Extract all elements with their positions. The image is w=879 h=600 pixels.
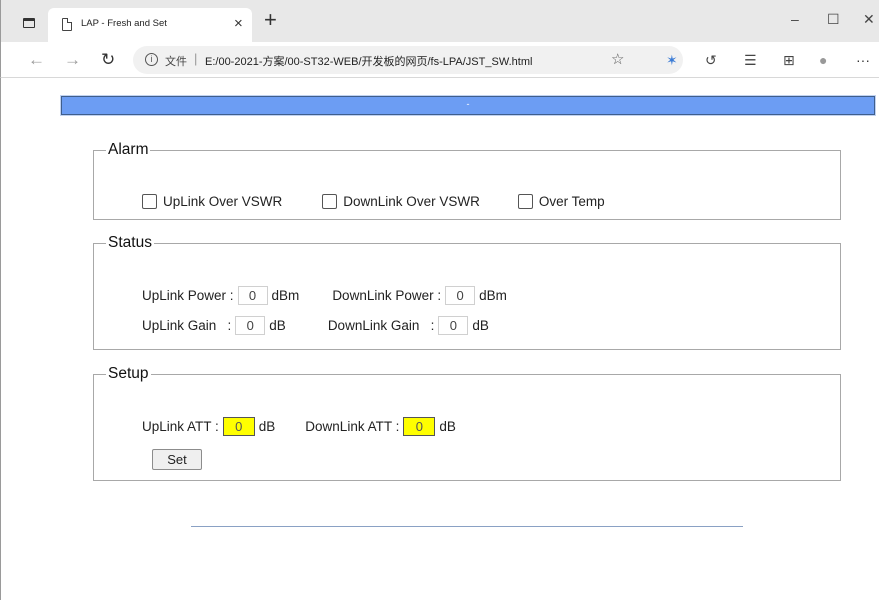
downlink-att-label: DownLink ATT : bbox=[305, 419, 400, 434]
downlink-vswr-checkbox[interactable] bbox=[322, 194, 338, 209]
profile-icon[interactable]: ● bbox=[819, 52, 827, 68]
set-button[interactable]: Set bbox=[152, 449, 202, 470]
browser-tab[interactable]: LAP - Fresh and Set × bbox=[48, 8, 252, 42]
alarm-group: Alarm UpLink Over VSWR DownLink Over VSW… bbox=[93, 141, 841, 220]
address-label: 文件 bbox=[165, 56, 187, 68]
downlink-gain-label: DownLink Gain : bbox=[327, 318, 435, 333]
header-bar: - bbox=[61, 96, 875, 115]
status-group: Status UpLink Power : 0 dBm DownLink Pow… bbox=[93, 234, 841, 350]
uplink-power-unit: dBm bbox=[271, 288, 300, 303]
setup-legend: Setup bbox=[108, 365, 149, 382]
uplink-gain-unit: dB bbox=[269, 318, 286, 333]
uplink-gain-label: UpLink Gain : bbox=[142, 318, 232, 333]
page-icon bbox=[62, 18, 72, 31]
over-temp-label: Over Temp bbox=[538, 194, 605, 209]
setup-group: Setup UpLink ATT : 0 dB DownLink ATT : 0… bbox=[93, 365, 841, 481]
address-separator: | bbox=[194, 51, 198, 66]
header-text: - bbox=[466, 99, 470, 109]
divider bbox=[191, 526, 743, 527]
sync-icon[interactable]: ↺ bbox=[705, 52, 717, 68]
address-bar[interactable]: i 文件 | E:/00-2021-方案/00-ST32-WEB/开发板的网页/… bbox=[133, 46, 683, 74]
browser-nav-bar: ← → ↻ i 文件 | E:/00-2021-方案/00-ST32-WEB/开… bbox=[0, 42, 879, 78]
downlink-power-unit: dBm bbox=[479, 288, 507, 303]
downlink-power-label: DownLink Power : bbox=[332, 288, 442, 303]
tab-title: LAP - Fresh and Set bbox=[81, 18, 167, 29]
uplink-vswr-checkbox[interactable] bbox=[142, 194, 157, 209]
uplink-att-input[interactable]: 0 bbox=[222, 417, 255, 436]
alarm-row: UpLink Over VSWR DownLink Over VSWR Over… bbox=[142, 194, 605, 209]
new-tab-icon[interactable]: + bbox=[264, 8, 277, 32]
favorite-add-icon[interactable]: ☆ bbox=[611, 50, 624, 68]
uplink-power-value: 0 bbox=[237, 286, 268, 305]
status-legend: Status bbox=[108, 234, 152, 251]
maximize-button[interactable]: ☐ bbox=[827, 10, 840, 28]
downlink-att-input[interactable]: 0 bbox=[403, 417, 436, 436]
info-icon[interactable]: i bbox=[145, 53, 158, 66]
downlink-power-value: 0 bbox=[445, 286, 476, 305]
forward-icon[interactable]: → bbox=[64, 50, 81, 70]
minimize-button[interactable]: – bbox=[791, 10, 799, 28]
uplink-att-label: UpLink ATT : bbox=[142, 419, 219, 434]
tab-close-icon[interactable]: × bbox=[234, 14, 243, 34]
url-text[interactable]: E:/00-2021-方案/00-ST32-WEB/开发板的网页/fs-LPA/… bbox=[205, 53, 532, 69]
refresh-icon[interactable]: ↻ bbox=[101, 50, 115, 70]
page-content: - Alarm UpLink Over VSWR DownLink Over V… bbox=[0, 78, 879, 600]
power-row: UpLink Power : 0 dBm DownLink Power : 0 … bbox=[142, 286, 507, 305]
collections-icon[interactable]: ⊞ bbox=[783, 52, 795, 68]
uplink-power-label: UpLink Power : bbox=[142, 288, 234, 303]
more-icon[interactable]: ··· bbox=[856, 52, 870, 68]
extension-icon[interactable]: ✶ bbox=[666, 52, 678, 68]
browser-tab-bar: LAP - Fresh and Set × + – ☐ ✕ bbox=[0, 0, 879, 42]
att-row: UpLink ATT : 0 dB DownLink ATT : 0 dB bbox=[142, 417, 456, 436]
uplink-att-unit: dB bbox=[258, 419, 276, 434]
gain-row: UpLink Gain : 0 dB DownLink Gain : 0 dB bbox=[142, 316, 489, 335]
back-icon[interactable]: ← bbox=[28, 50, 45, 70]
tab-actions-icon[interactable] bbox=[23, 18, 35, 28]
over-temp-checkbox[interactable] bbox=[517, 194, 533, 209]
close-window-button[interactable]: ✕ bbox=[863, 10, 875, 28]
downlink-gain-unit: dB bbox=[472, 318, 489, 333]
downlink-gain-value: 0 bbox=[438, 316, 469, 335]
uplink-vswr-label: UpLink Over VSWR bbox=[163, 194, 283, 209]
favorites-icon[interactable]: ☰ bbox=[744, 52, 757, 68]
alarm-legend: Alarm bbox=[108, 141, 149, 158]
downlink-att-unit: dB bbox=[439, 419, 456, 434]
downlink-vswr-label: DownLink Over VSWR bbox=[343, 194, 480, 209]
uplink-gain-value: 0 bbox=[235, 316, 266, 335]
